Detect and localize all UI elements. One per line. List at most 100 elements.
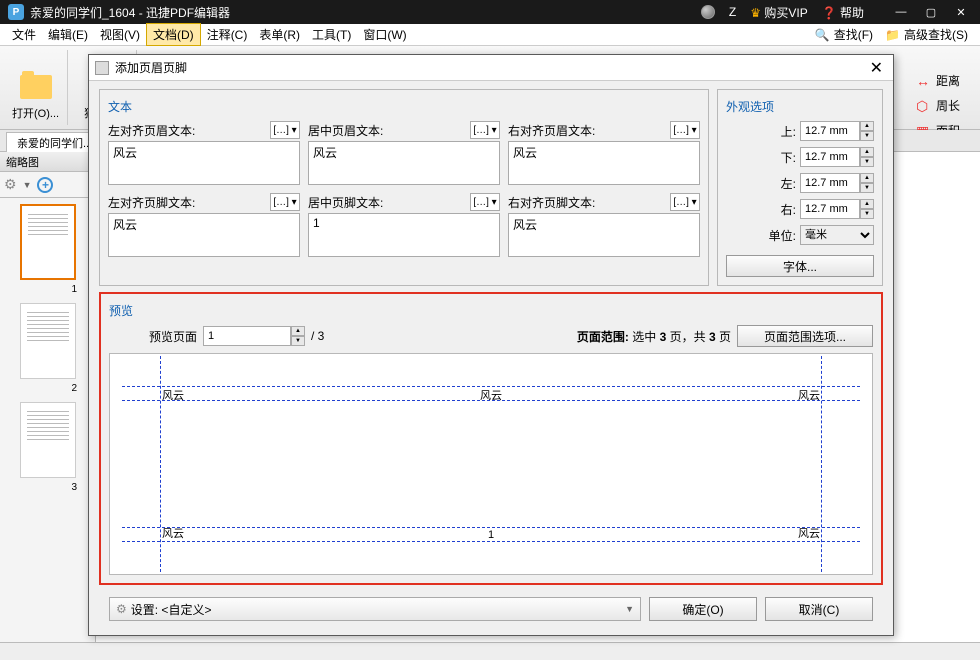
- advanced-find-button[interactable]: 📁 高级查找(S): [879, 26, 974, 43]
- header-center-input[interactable]: [308, 141, 500, 185]
- ok-button[interactable]: 确定(O): [649, 597, 757, 621]
- spin-down[interactable]: ▼: [860, 183, 874, 193]
- footer-right-input[interactable]: [508, 213, 700, 257]
- appearance-panel: 外观选项 上: ▲▼ 下: ▲▼ 左: ▲▼ 右: ▲▼: [717, 89, 883, 286]
- footer-left-label: 左对齐页脚文本:: [108, 194, 195, 211]
- menu-form[interactable]: 表单(R): [253, 24, 306, 45]
- preview-total: / 3: [311, 329, 324, 343]
- preview-page-input[interactable]: [203, 326, 291, 346]
- menu-document[interactable]: 文档(D): [146, 23, 201, 46]
- close-button[interactable]: ✕: [950, 4, 972, 20]
- menu-window[interactable]: 窗口(W): [357, 24, 412, 45]
- pv-header-left: 风云: [162, 387, 184, 403]
- margin-top-label: 上:: [768, 123, 796, 140]
- gear-icon: ⚙: [116, 602, 127, 616]
- chevron-down-icon: ▼: [625, 604, 634, 614]
- margin-bottom-input[interactable]: [800, 147, 860, 167]
- text-panel: 文本 左对齐页眉文本: […] ▾ 居中页眉文本: […] ▾: [99, 89, 709, 286]
- spin-up[interactable]: ▲: [860, 147, 874, 157]
- cancel-button[interactable]: 取消(C): [765, 597, 873, 621]
- footer-right-macro-button[interactable]: […] ▾: [670, 193, 700, 211]
- pv-header-center: 风云: [480, 387, 502, 403]
- preview-panel: 预览 预览页面 ▲▼ / 3 页面范围: 选中 3 页，共 3 页 页面范围选项…: [99, 292, 883, 585]
- distance-tool[interactable]: ↔距离: [908, 68, 980, 93]
- preview-title: 预览: [109, 302, 873, 319]
- thumbnail-num: 2: [6, 383, 89, 394]
- titlebar: P 亲爱的同学们_1604 - 迅捷PDF编辑器 Z ♛ 购买VIP ❓ 帮助 …: [0, 0, 980, 24]
- dialog-titlebar: 添加页眉页脚 ✕: [89, 55, 893, 81]
- app-logo: P: [8, 4, 24, 20]
- menu-file[interactable]: 文件: [6, 24, 42, 45]
- add-page-icon[interactable]: +: [37, 177, 53, 193]
- settings-combo[interactable]: ⚙ 设置: <自定义> ▼: [109, 597, 641, 621]
- footer-center-input[interactable]: [308, 213, 500, 257]
- maximize-button[interactable]: ▢: [920, 4, 942, 20]
- menu-edit[interactable]: 编辑(E): [42, 24, 94, 45]
- margin-bottom-label: 下:: [768, 149, 796, 166]
- spin-down[interactable]: ▼: [291, 336, 305, 346]
- header-left-macro-button[interactable]: […] ▾: [270, 121, 300, 139]
- header-right-input[interactable]: [508, 141, 700, 185]
- pv-footer-center: 1: [488, 529, 494, 541]
- footer-left-input[interactable]: [108, 213, 300, 257]
- margin-top-input[interactable]: [800, 121, 860, 141]
- minimize-button[interactable]: —: [890, 4, 912, 20]
- header-left-label: 左对齐页眉文本:: [108, 122, 195, 139]
- thumbnail-1[interactable]: [20, 204, 76, 280]
- spin-up[interactable]: ▲: [860, 173, 874, 183]
- spin-down[interactable]: ▼: [860, 157, 874, 167]
- unit-label: 单位:: [768, 227, 796, 244]
- thumbnail-3[interactable]: [20, 402, 76, 478]
- unit-select[interactable]: 毫米: [800, 225, 874, 245]
- perimeter-tool[interactable]: ⬡周长: [908, 93, 980, 118]
- header-right-macro-button[interactable]: […] ▾: [670, 121, 700, 139]
- footer-center-macro-button[interactable]: […] ▾: [470, 193, 500, 211]
- spin-down[interactable]: ▼: [860, 209, 874, 219]
- dropdown-icon[interactable]: ▼: [23, 180, 32, 190]
- preview-canvas: 风云 风云 风云 风云 1 风云: [109, 353, 873, 575]
- open-tool[interactable]: 打开(O)...: [4, 50, 68, 125]
- spin-up[interactable]: ▲: [860, 121, 874, 131]
- footer-left-macro-button[interactable]: […] ▾: [270, 193, 300, 211]
- page-range-options-button[interactable]: 页面范围选项...: [737, 325, 873, 347]
- page-range-info: 页面范围: 选中 3 页，共 3 页: [577, 328, 731, 345]
- header-center-label: 居中页眉文本:: [308, 122, 383, 139]
- margin-left-input[interactable]: [800, 173, 860, 193]
- buy-vip-button[interactable]: ♛ 购买VIP: [750, 4, 807, 21]
- menu-tool[interactable]: 工具(T): [306, 24, 357, 45]
- thumbnail-num: 3: [6, 482, 89, 493]
- thumbnail-panel: 缩略图 ⚙ ▼ + 1 2 3: [0, 152, 96, 642]
- folder-icon: [20, 75, 52, 99]
- help-button[interactable]: ❓ 帮助: [822, 4, 864, 21]
- statusbar: [0, 642, 980, 660]
- margin-right-label: 右:: [768, 201, 796, 218]
- find-button[interactable]: 🔍 查找(F): [809, 26, 879, 43]
- font-button[interactable]: 字体...: [726, 255, 874, 277]
- dialog-close-button[interactable]: ✕: [866, 58, 887, 78]
- preview-page-label: 预览页面: [149, 328, 197, 345]
- dialog-icon: [95, 61, 109, 75]
- globe-icon[interactable]: [701, 5, 715, 19]
- distance-icon: ↔: [916, 73, 932, 89]
- header-center-macro-button[interactable]: […] ▾: [470, 121, 500, 139]
- margin-right-input[interactable]: [800, 199, 860, 219]
- pv-header-right: 风云: [798, 387, 820, 403]
- menu-view[interactable]: 视图(V): [94, 24, 146, 45]
- spin-up[interactable]: ▲: [291, 326, 305, 336]
- menu-comment[interactable]: 注释(C): [201, 24, 254, 45]
- user-label[interactable]: Z: [729, 5, 736, 19]
- thumbnail-num: 1: [6, 284, 89, 295]
- header-right-label: 右对齐页眉文本:: [508, 122, 595, 139]
- appearance-title: 外观选项: [726, 98, 874, 115]
- text-panel-title: 文本: [108, 98, 700, 115]
- gear-icon[interactable]: ⚙: [4, 176, 17, 193]
- window-title: 亲爱的同学们_1604 - 迅捷PDF编辑器: [30, 4, 701, 21]
- pv-footer-right: 风云: [798, 525, 820, 541]
- perimeter-icon: ⬡: [916, 98, 932, 114]
- header-left-input[interactable]: [108, 141, 300, 185]
- thumbnail-2[interactable]: [20, 303, 76, 379]
- spin-down[interactable]: ▼: [860, 131, 874, 141]
- spin-up[interactable]: ▲: [860, 199, 874, 209]
- settings-label: 设置: <自定义>: [131, 601, 212, 618]
- margin-left-label: 左:: [768, 175, 796, 192]
